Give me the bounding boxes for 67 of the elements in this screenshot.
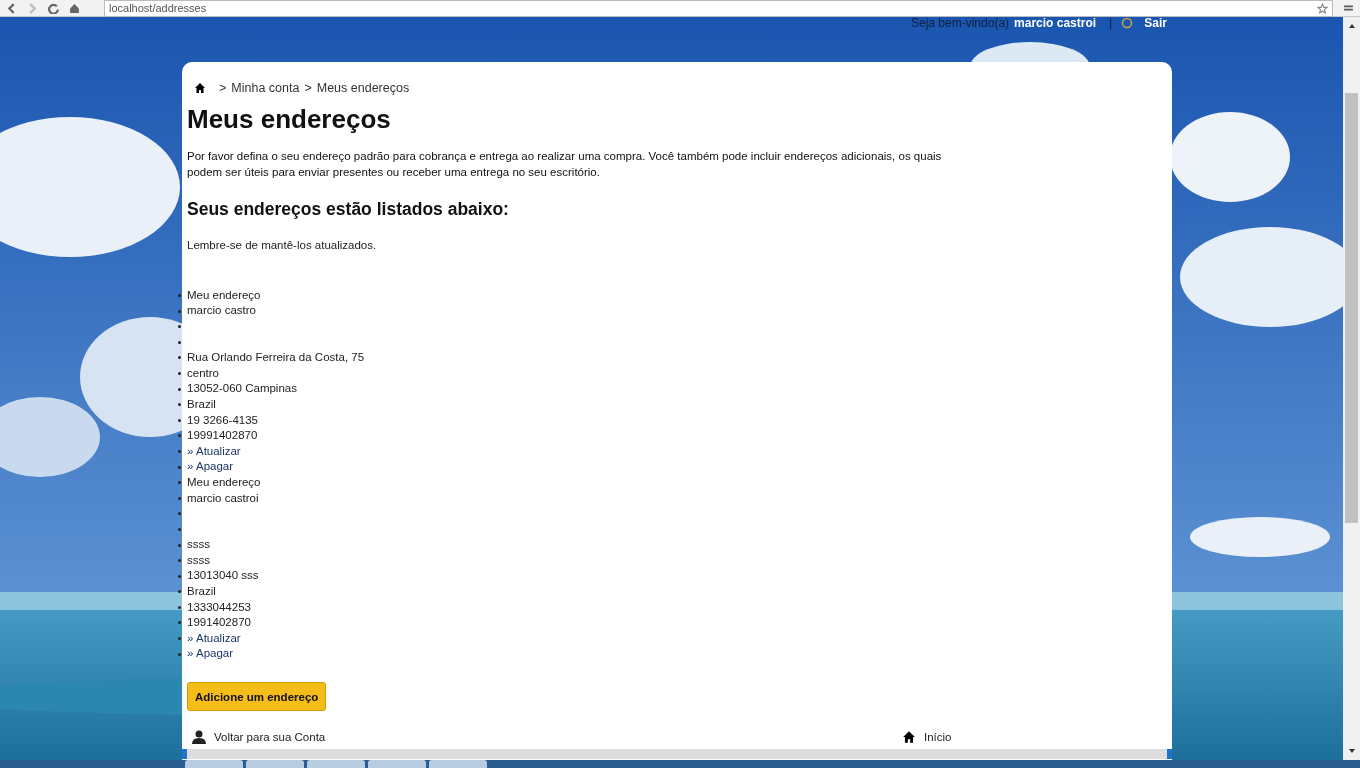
back-icon[interactable] bbox=[6, 2, 17, 14]
list-bullet bbox=[178, 637, 181, 641]
list-bullet bbox=[178, 418, 181, 422]
breadcrumb-separator: > bbox=[304, 81, 312, 95]
home-icon bbox=[902, 730, 916, 745]
list-bullet bbox=[178, 590, 181, 594]
reload-icon[interactable] bbox=[48, 2, 59, 14]
intro-text: Por favor defina o seu endereço padrão para cobrança e entrega ao realizar uma compra. Você também pode incluir endereços adicionais, os quais podem ser úteis para enviar presentes ou receber uma entrega no seu escritório. bbox=[187, 149, 943, 180]
section-title: Seus endereços estão listados abaixo: bbox=[187, 198, 510, 221]
breadcrumb-link[interactable]: Meus endereços bbox=[316, 81, 410, 95]
address-line: Rua Orlando Ferreira da Costa, 75 bbox=[187, 351, 365, 364]
breadcrumb-link[interactable]: Minha conta bbox=[231, 81, 300, 95]
logout-link[interactable]: Sair bbox=[1144, 17, 1167, 29]
reminder-text: Lembre-se de mantê-los atualizados. bbox=[187, 238, 378, 253]
list-bullet bbox=[178, 465, 181, 469]
address-action-link[interactable]: » Atualizar bbox=[187, 631, 241, 644]
welcome-text: Seja bem-vindo(a) bbox=[911, 17, 1010, 29]
page-title: Meus endereços bbox=[187, 104, 392, 134]
separator-text: | bbox=[1109, 17, 1113, 29]
address-line: Meu endereço bbox=[187, 288, 261, 301]
list-bullet bbox=[178, 605, 181, 609]
star-icon[interactable] bbox=[1317, 2, 1328, 14]
list-bullet bbox=[178, 621, 181, 625]
address-line: 13013040 sss bbox=[187, 569, 259, 582]
circle-icon bbox=[1121, 17, 1134, 29]
address-line: ssss bbox=[187, 538, 210, 551]
list-bullet bbox=[178, 387, 181, 391]
list-bullet bbox=[178, 403, 181, 407]
list-bullet bbox=[178, 294, 181, 297]
address-line: Brazil bbox=[187, 397, 216, 410]
list-bullet bbox=[178, 543, 181, 547]
list-bullet bbox=[178, 340, 181, 344]
address-line: marcio castro bbox=[187, 304, 257, 317]
person-icon bbox=[192, 730, 206, 745]
address-line: 19991402870 bbox=[187, 429, 258, 442]
footer-link[interactable]: Voltar para sua Conta bbox=[187, 730, 897, 745]
user-link[interactable]: marcio castroi bbox=[1014, 17, 1097, 29]
list-bullet bbox=[178, 449, 181, 453]
breadcrumb-separator: > bbox=[219, 81, 227, 95]
list-bullet bbox=[178, 496, 181, 500]
address-action-link[interactable]: » Apagar bbox=[187, 460, 234, 473]
list-bullet bbox=[178, 527, 181, 531]
address-action-link[interactable]: » Apagar bbox=[187, 647, 234, 660]
list-bullet bbox=[178, 481, 181, 485]
list-bullet bbox=[178, 652, 181, 656]
address-line: 13052-060 Campinas bbox=[187, 382, 297, 395]
address-line: 1333044253 bbox=[187, 600, 251, 613]
address-line: Brazil bbox=[187, 585, 216, 598]
address-field[interactable]: localhost/addresses bbox=[104, 0, 1333, 17]
list-bullet bbox=[178, 325, 181, 329]
list-bullet bbox=[178, 434, 181, 438]
list-bullet bbox=[178, 309, 181, 313]
list-bullet bbox=[178, 574, 181, 578]
address-line: 19 3266-4135 bbox=[187, 413, 258, 426]
add-address-button[interactable]: Adicione um endereço bbox=[187, 682, 327, 712]
address-line: marcio castroi bbox=[187, 491, 259, 504]
footer-link[interactable]: Início bbox=[897, 730, 1172, 745]
address-action-link[interactable]: » Atualizar bbox=[187, 444, 241, 457]
list-bullet bbox=[178, 512, 181, 516]
address-line: centro bbox=[187, 366, 219, 379]
address-line: ssss bbox=[187, 553, 210, 566]
address-line: Meu endereço bbox=[187, 475, 261, 488]
home-icon[interactable] bbox=[194, 82, 206, 94]
address-line: 1991402870 bbox=[187, 616, 251, 629]
list-bullet bbox=[178, 356, 181, 360]
list-bullet bbox=[178, 371, 181, 375]
list-bullet bbox=[178, 559, 181, 563]
